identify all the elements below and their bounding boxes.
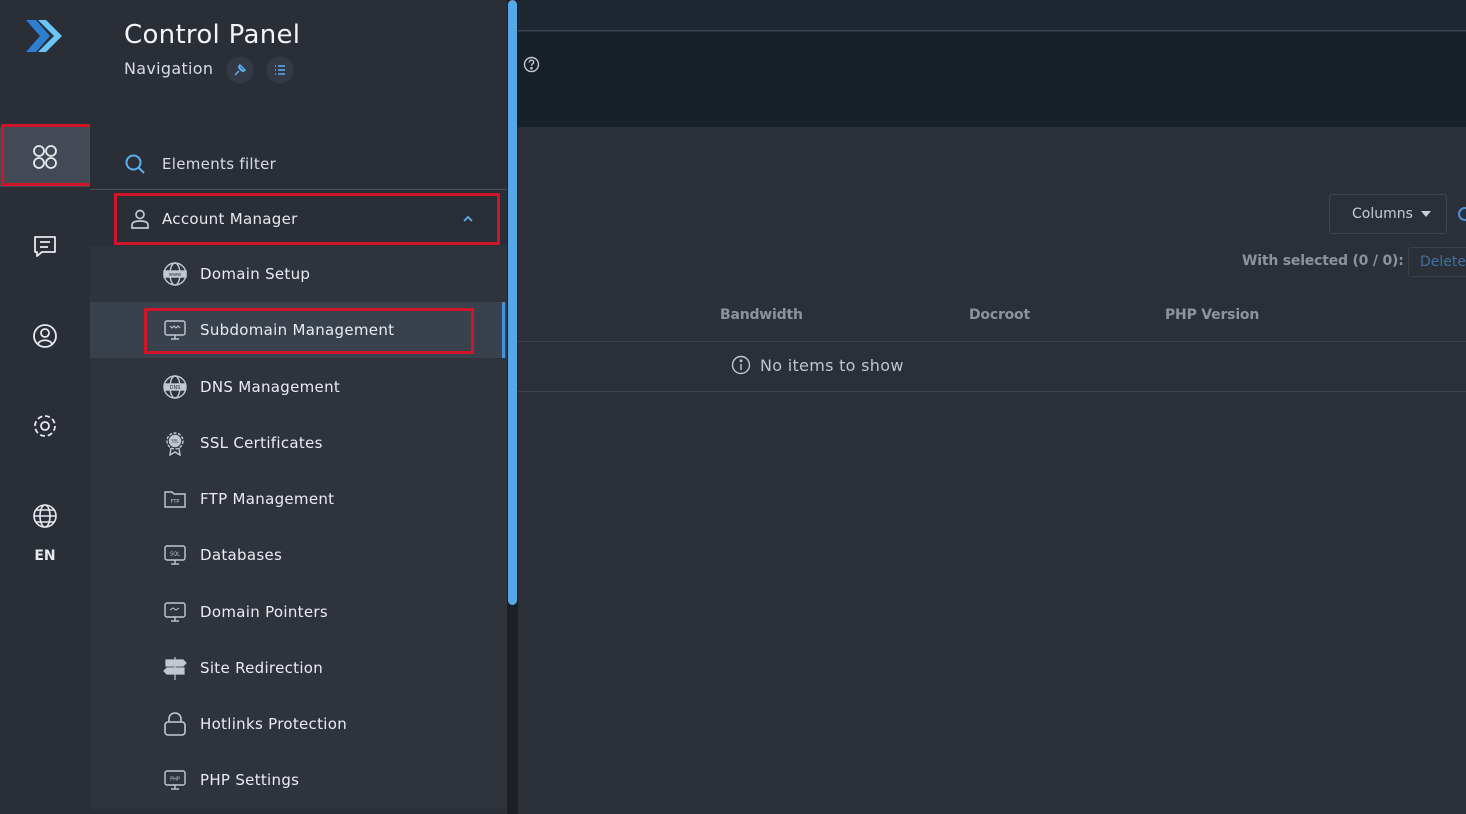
icon-rail: EN [0,0,92,814]
main-content: Columns With selected (0 / 0): Delete Ba… [518,0,1466,814]
nav-item-label: Domain Pointers [200,603,328,621]
nav-item-label: Site Redirection [200,659,324,677]
nav-item-subdomain-management[interactable]: Subdomain Management [90,302,507,358]
nav-item-label: Databases [200,546,283,564]
php-monitor-icon: PHP [162,767,188,793]
list-view-button[interactable] [266,57,294,83]
nav-scrollbar-thumb[interactable] [508,0,517,605]
active-item-highlight [144,308,474,354]
nav-item-ssl-certificates[interactable]: SSL SSL Certificates [90,415,507,471]
signpost-icon [162,655,188,681]
table-area: Columns With selected (0 / 0): Delete Ba… [518,127,1466,814]
page-header [518,32,1466,127]
empty-message: No items to show [760,355,904,375]
elements-filter[interactable]: Elements filter [90,138,507,190]
settings-icon [34,415,56,437]
nav-item-hotlinks-protection[interactable]: Hotlinks Protection [90,696,507,752]
column-header-docroot[interactable]: Docroot [969,307,1030,323]
panel-subtitle: Navigation [124,59,214,78]
rail-language-button[interactable] [0,486,90,546]
dns-globe-icon: DNS [162,374,188,400]
columns-button[interactable]: Columns [1329,194,1447,234]
chat-icon [34,236,56,257]
navigation-panel: Control Panel Navigation Elements filter… [90,0,507,814]
nav-item-label: PHP Settings [200,771,300,789]
caret-down-icon [1420,211,1431,217]
svg-text:DNS: DNS [170,385,181,391]
header-divider [518,341,1466,342]
nav-item-php-settings[interactable]: PHP PHP Settings [90,752,507,808]
lock-icon [162,711,188,737]
panel-title: Control Panel [124,20,301,50]
nav-item-label: DNS Management [200,378,341,396]
nav-item-label: Hotlinks Protection [200,715,348,733]
ftp-folder-icon: FTP [162,486,188,512]
help-icon[interactable] [523,56,540,73]
nav-item-site-redirection[interactable]: Site Redirection [90,640,507,696]
info-icon [731,355,751,375]
svg-text:FTP: FTP [171,499,180,505]
svg-text:PHP: PHP [170,777,180,783]
column-header-bandwidth[interactable]: Bandwidth [720,307,803,323]
www-globe-icon: www [162,261,188,287]
nav-item-label: Domain Setup [200,265,311,283]
chevron-up-icon [463,215,473,222]
top-bar [518,0,1466,31]
nav-item-domain-pointers[interactable]: Domain Pointers [90,584,507,640]
with-selected-label: With selected (0 / 0): [1242,253,1404,269]
nav-item-label: SSL Certificates [200,434,323,452]
nav-item-databases[interactable]: SQL Databases [90,527,507,583]
rail-apps-highlight [1,124,92,186]
refresh-icon[interactable] [1458,207,1466,221]
svg-text:www: www [169,272,181,278]
rail-account-button[interactable] [0,306,90,366]
nav-item-ftp-management[interactable]: FTP FTP Management [90,471,507,527]
user-icon [131,209,149,229]
column-header-php-version[interactable]: PHP Version [1165,307,1259,323]
pointer-monitor-icon [162,599,188,625]
ssl-badge-icon: SSL [162,430,188,456]
account-manager-group[interactable]: Account Manager [114,193,500,245]
nav-item-domain-setup[interactable]: www Domain Setup [90,246,507,302]
rail-messages-button[interactable] [0,216,90,276]
group-label: Account Manager [162,210,298,228]
empty-state: No items to show [731,355,904,375]
filter-placeholder: Elements filter [162,154,277,173]
logo-icon[interactable] [22,14,68,60]
row-divider [518,391,1466,392]
columns-label: Columns [1352,206,1413,222]
list-icon [275,65,285,75]
language-label[interactable]: EN [0,548,90,564]
pin-icon [234,63,247,76]
nav-item-dns-management[interactable]: DNS DNS Management [90,359,507,415]
nav-item-label: FTP Management [200,490,335,508]
delete-button[interactable]: Delete [1408,247,1466,277]
globe-icon [33,504,57,528]
pin-nav-button[interactable] [226,57,254,83]
search-icon [125,154,145,174]
user-circle-icon [33,324,57,348]
rail-settings-button[interactable] [0,396,90,456]
svg-text:SSL: SSL [171,439,179,444]
sql-monitor-icon: SQL [162,542,188,568]
svg-text:SQL: SQL [170,552,180,558]
